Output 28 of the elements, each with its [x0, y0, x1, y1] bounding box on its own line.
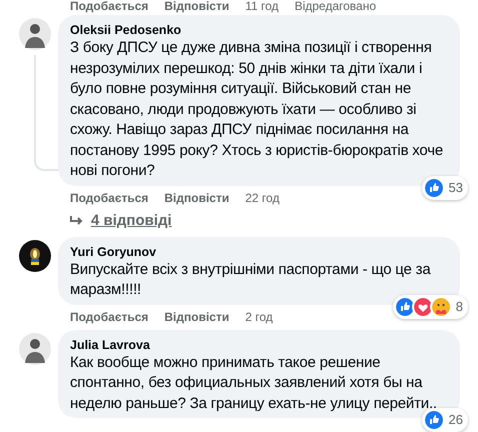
reaction-badge[interactable]: 26: [422, 408, 468, 432]
author-name[interactable]: Yuri Goryunov: [70, 244, 448, 260]
avatar[interactable]: [19, 332, 51, 364]
reaction-count: 26: [448, 411, 463, 430]
edited-label: Відредаговано: [294, 0, 376, 13]
like-link[interactable]: Подобається: [70, 0, 148, 13]
timestamp[interactable]: 11 год: [245, 0, 279, 13]
avatar[interactable]: [19, 240, 51, 272]
like-link[interactable]: Подобається: [70, 308, 148, 326]
reply-arrow-icon: [70, 216, 83, 227]
reaction-count: 53: [448, 178, 463, 197]
reply-link[interactable]: Відповісти: [164, 308, 230, 326]
thumbs-up-icon: [394, 296, 416, 318]
replies-link[interactable]: 4 відповіді: [91, 210, 172, 233]
reaction-count: 8: [456, 298, 463, 316]
timestamp[interactable]: 22 год: [245, 188, 280, 206]
avatar[interactable]: [19, 18, 51, 50]
reply-link[interactable]: Відповісти: [164, 0, 230, 13]
reply-link[interactable]: Відповісти: [164, 188, 230, 206]
reaction-badge[interactable]: 53: [422, 176, 468, 200]
author-name[interactable]: Oleksii Pedosenko: [70, 22, 448, 38]
thumbs-up-icon: [422, 176, 445, 198]
reaction-badge[interactable]: 8: [392, 294, 468, 318]
hugging-face-icon: [430, 296, 452, 318]
author-name[interactable]: Julia Lavrova: [70, 336, 448, 352]
timestamp[interactable]: 2 год: [245, 308, 273, 326]
heart-icon: [412, 296, 434, 318]
like-link[interactable]: Подобається: [70, 188, 148, 206]
